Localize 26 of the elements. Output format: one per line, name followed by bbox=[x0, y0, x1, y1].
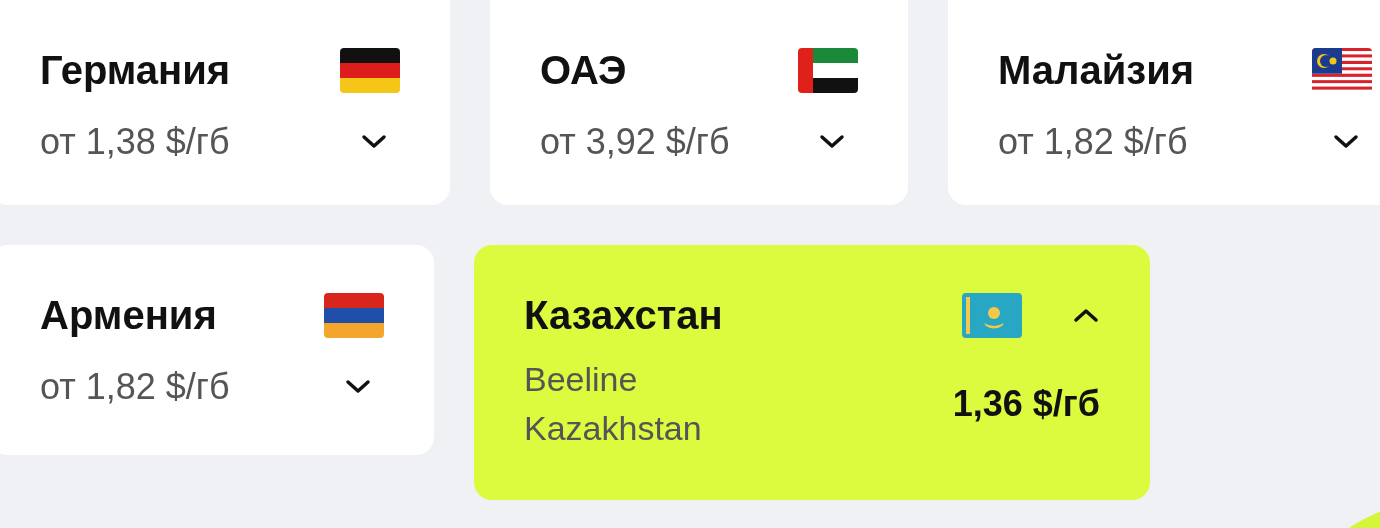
flag-icon bbox=[798, 47, 858, 93]
country-card[interactable]: Казахстан Beeline Kazakhstan 1,36 $/гб bbox=[474, 245, 1150, 500]
chevron-down-icon[interactable] bbox=[818, 134, 846, 150]
country-name: Германия bbox=[40, 47, 231, 94]
country-card[interactable]: ОАЭ от 3,92 $/гб bbox=[490, 0, 908, 205]
chevron-down-icon[interactable] bbox=[344, 379, 372, 395]
price-from: от 3,92 $/гб bbox=[540, 120, 730, 164]
country-name: Армения bbox=[40, 292, 217, 339]
flag-icon bbox=[962, 292, 1022, 338]
price-from: от 1,38 $/гб bbox=[40, 120, 230, 164]
flag-icon bbox=[340, 47, 400, 93]
country-card[interactable]: Германия от 1,38 $/гб bbox=[0, 0, 450, 205]
price-from: от 1,82 $/гб bbox=[998, 120, 1188, 164]
country-name: Казахстан bbox=[524, 292, 723, 339]
chevron-up-icon[interactable] bbox=[1072, 307, 1100, 323]
chevron-down-icon[interactable] bbox=[360, 134, 388, 150]
price-from: от 1,82 $/гб bbox=[40, 365, 230, 409]
chevron-down-icon[interactable] bbox=[1332, 134, 1360, 150]
country-card[interactable]: Армения от 1,82 $/гб bbox=[0, 245, 434, 455]
operator-price: 1,36 $/гб bbox=[952, 382, 1100, 426]
flag-icon bbox=[1312, 47, 1372, 93]
country-card[interactable]: Малайзия от 1,82 $/гб bbox=[948, 0, 1380, 205]
flag-icon bbox=[324, 292, 384, 338]
operator-name: Beeline Kazakhstan bbox=[524, 359, 703, 449]
country-name: Малайзия bbox=[998, 47, 1195, 94]
country-name: ОАЭ bbox=[540, 47, 627, 94]
